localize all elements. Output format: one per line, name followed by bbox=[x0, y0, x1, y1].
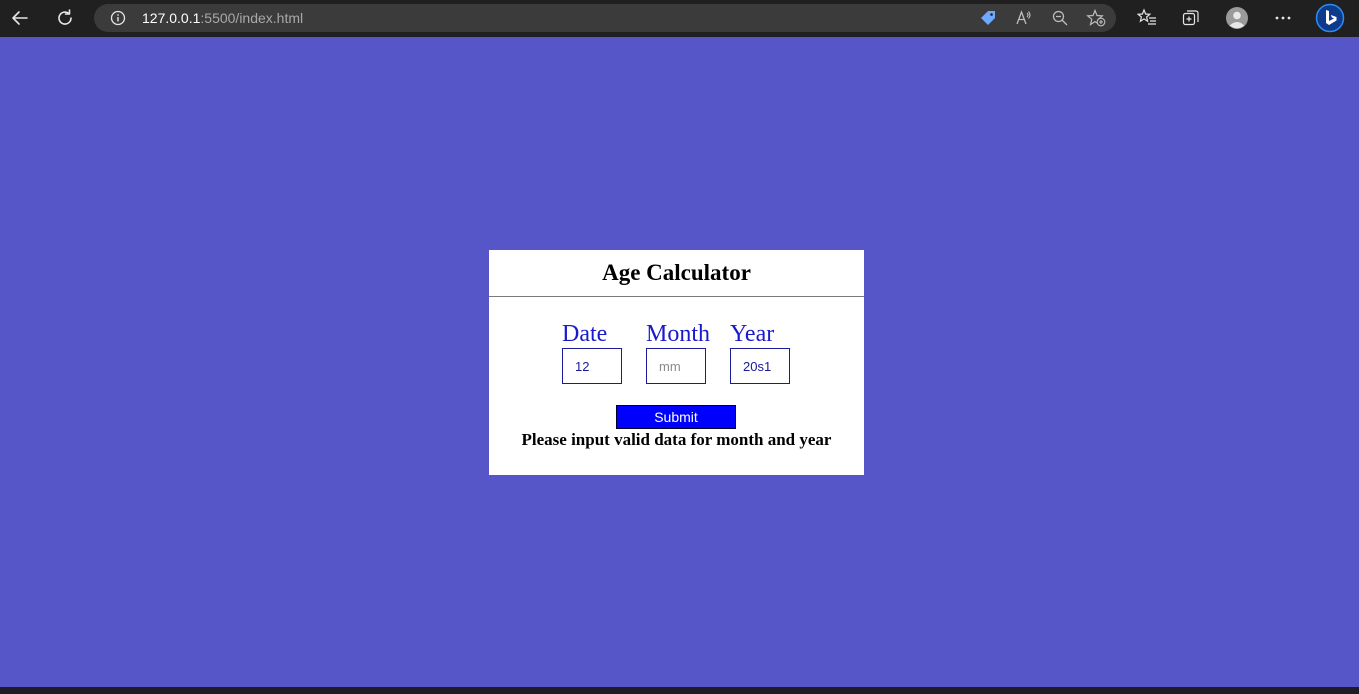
address-bar[interactable]: 127.0.0.1:5500/index.html bbox=[94, 4, 1116, 32]
validation-message: Please input valid data for month and ye… bbox=[521, 430, 832, 449]
add-favorite-icon[interactable] bbox=[1086, 9, 1106, 27]
url-host: 127.0.0.1 bbox=[142, 10, 201, 26]
date-label: Date bbox=[562, 321, 608, 347]
read-aloud-icon[interactable] bbox=[1014, 9, 1034, 27]
month-label: Month bbox=[646, 321, 711, 347]
tag-icon[interactable] bbox=[978, 9, 998, 27]
back-arrow-icon[interactable] bbox=[6, 5, 34, 31]
age-calculator-card: Age Calculator Date Month Year Submit Pl… bbox=[489, 250, 864, 475]
title-divider bbox=[489, 296, 864, 297]
more-menu-icon[interactable] bbox=[1271, 7, 1295, 29]
collections-icon[interactable] bbox=[1179, 7, 1203, 29]
zoom-out-icon[interactable] bbox=[1050, 9, 1070, 27]
page-title: Age Calculator bbox=[602, 260, 751, 285]
browser-toolbar: 127.0.0.1:5500/index.html bbox=[0, 0, 1359, 37]
month-input[interactable] bbox=[646, 348, 706, 384]
url-path: :5500/index.html bbox=[200, 10, 304, 26]
refresh-icon[interactable] bbox=[51, 5, 79, 31]
profile-avatar-icon[interactable] bbox=[1225, 7, 1249, 29]
site-info-icon[interactable] bbox=[110, 10, 126, 26]
year-label: Year bbox=[730, 321, 775, 347]
year-input[interactable] bbox=[730, 348, 790, 384]
taskbar-strip bbox=[0, 687, 1359, 694]
url-text[interactable]: 127.0.0.1:5500/index.html bbox=[142, 10, 303, 26]
bing-copilot-icon[interactable] bbox=[1315, 3, 1345, 33]
date-input[interactable] bbox=[562, 348, 622, 384]
submit-button[interactable]: Submit bbox=[616, 405, 736, 429]
favorites-icon[interactable] bbox=[1135, 7, 1159, 29]
